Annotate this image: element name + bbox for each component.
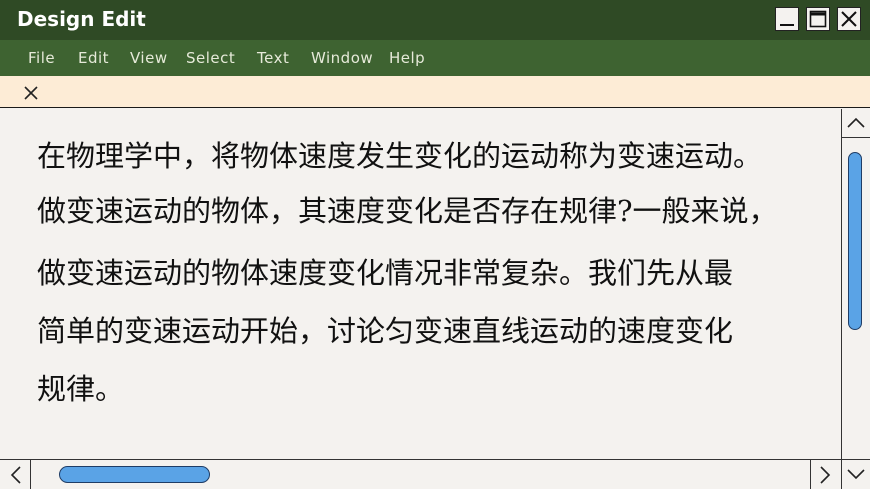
window-title: Design Edit xyxy=(17,7,146,31)
minimize-button[interactable] xyxy=(775,7,799,31)
menu-edit[interactable]: Edit xyxy=(78,49,109,67)
horizontal-scroll-thumb[interactable] xyxy=(59,466,210,483)
scroll-up-divider xyxy=(841,137,870,138)
scroll-down-icon[interactable] xyxy=(845,466,867,482)
scroll-right-icon[interactable] xyxy=(817,464,833,486)
close-button[interactable] xyxy=(837,7,861,31)
tab-strip xyxy=(0,76,870,108)
vertical-scroll-thumb[interactable] xyxy=(848,152,862,330)
maximize-icon xyxy=(809,10,827,28)
tab-close-icon[interactable] xyxy=(23,85,39,101)
close-icon xyxy=(841,11,857,27)
menu-text[interactable]: Text xyxy=(257,49,289,67)
text-line-3: 做变速运动的物体速度变化情况非常复杂。我们先从最 xyxy=(37,256,734,290)
maximize-button[interactable] xyxy=(806,7,830,31)
text-line-4: 简单的变速运动开始，讨论匀变速直线运动的速度变化 xyxy=(37,314,734,348)
text-line-5: 规律。 xyxy=(37,372,125,406)
corner-divider xyxy=(841,459,842,489)
scroll-right-divider xyxy=(810,459,811,489)
menu-select[interactable]: Select xyxy=(186,49,235,67)
menu-help[interactable]: Help xyxy=(389,49,425,67)
scroll-left-icon[interactable] xyxy=(8,464,24,486)
minimize-icon xyxy=(780,24,794,26)
scroll-left-divider xyxy=(30,459,31,489)
text-line-1: 在物理学中，将物体速度发生变化的运动称为变速运动。 xyxy=(37,139,763,173)
scroll-up-icon[interactable] xyxy=(845,115,867,131)
menu-window[interactable]: Window xyxy=(311,49,373,67)
menu-file[interactable]: File xyxy=(28,49,55,67)
text-line-2: 做变速运动的物体，其速度变化是否存在规律?一般来说， xyxy=(37,194,778,228)
menu-view[interactable]: View xyxy=(130,49,168,67)
